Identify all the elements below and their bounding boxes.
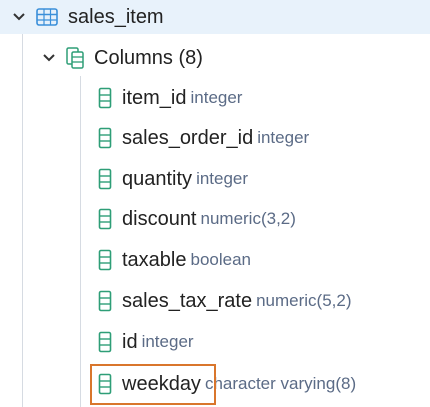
column-type: character varying(8): [204, 374, 357, 393]
column-type: numeric(5,2): [256, 291, 352, 310]
object-explorer-tree: sales_item Columns (8) item_id integer s…: [0, 0, 430, 407]
columns-icon: [66, 47, 84, 69]
column-type: integer: [257, 128, 310, 147]
column-icon: [98, 331, 112, 353]
column-name: taxable: [122, 248, 187, 271]
tree-node-column[interactable]: quantity integer: [0, 159, 430, 199]
column-icon: [98, 168, 112, 190]
column-type: integer: [190, 88, 243, 107]
tree-node-column[interactable]: taxable boolean: [0, 240, 430, 280]
tree-node-column[interactable]: sales_order_id integer: [0, 118, 430, 158]
column-type: integer: [141, 332, 194, 351]
tree-node-column[interactable]: sales_tax_rate numeric(5,2): [0, 281, 430, 321]
column-type: integer: [196, 169, 249, 188]
column-type: numeric(3,2): [200, 209, 296, 228]
column-name: quantity: [122, 167, 193, 190]
column-name: item_id: [122, 86, 187, 109]
column-name: discount: [122, 207, 197, 230]
column-icon: [98, 87, 112, 109]
column-icon: [98, 290, 112, 312]
chevron-down-icon[interactable]: [12, 10, 26, 24]
highlight-box: [90, 364, 216, 405]
tree-node-columns[interactable]: Columns (8): [0, 38, 430, 78]
table-icon: [36, 7, 58, 27]
column-name: sales_order_id: [122, 126, 254, 149]
column-name: id: [122, 330, 138, 353]
tree-node-column[interactable]: item_id integer: [0, 78, 430, 118]
tree-node-column[interactable]: discount numeric(3,2): [0, 199, 430, 239]
table-name: sales_item: [68, 5, 164, 28]
column-icon: [98, 249, 112, 271]
column-icon: [98, 127, 112, 149]
column-name: sales_tax_rate: [122, 289, 253, 312]
tree-node-column[interactable]: id integer: [0, 322, 430, 362]
tree-node-table[interactable]: sales_item: [0, 0, 430, 34]
column-type: boolean: [190, 250, 252, 269]
column-icon: [98, 208, 112, 230]
columns-node-label: Columns (8): [94, 46, 203, 69]
chevron-down-icon[interactable]: [42, 51, 56, 65]
